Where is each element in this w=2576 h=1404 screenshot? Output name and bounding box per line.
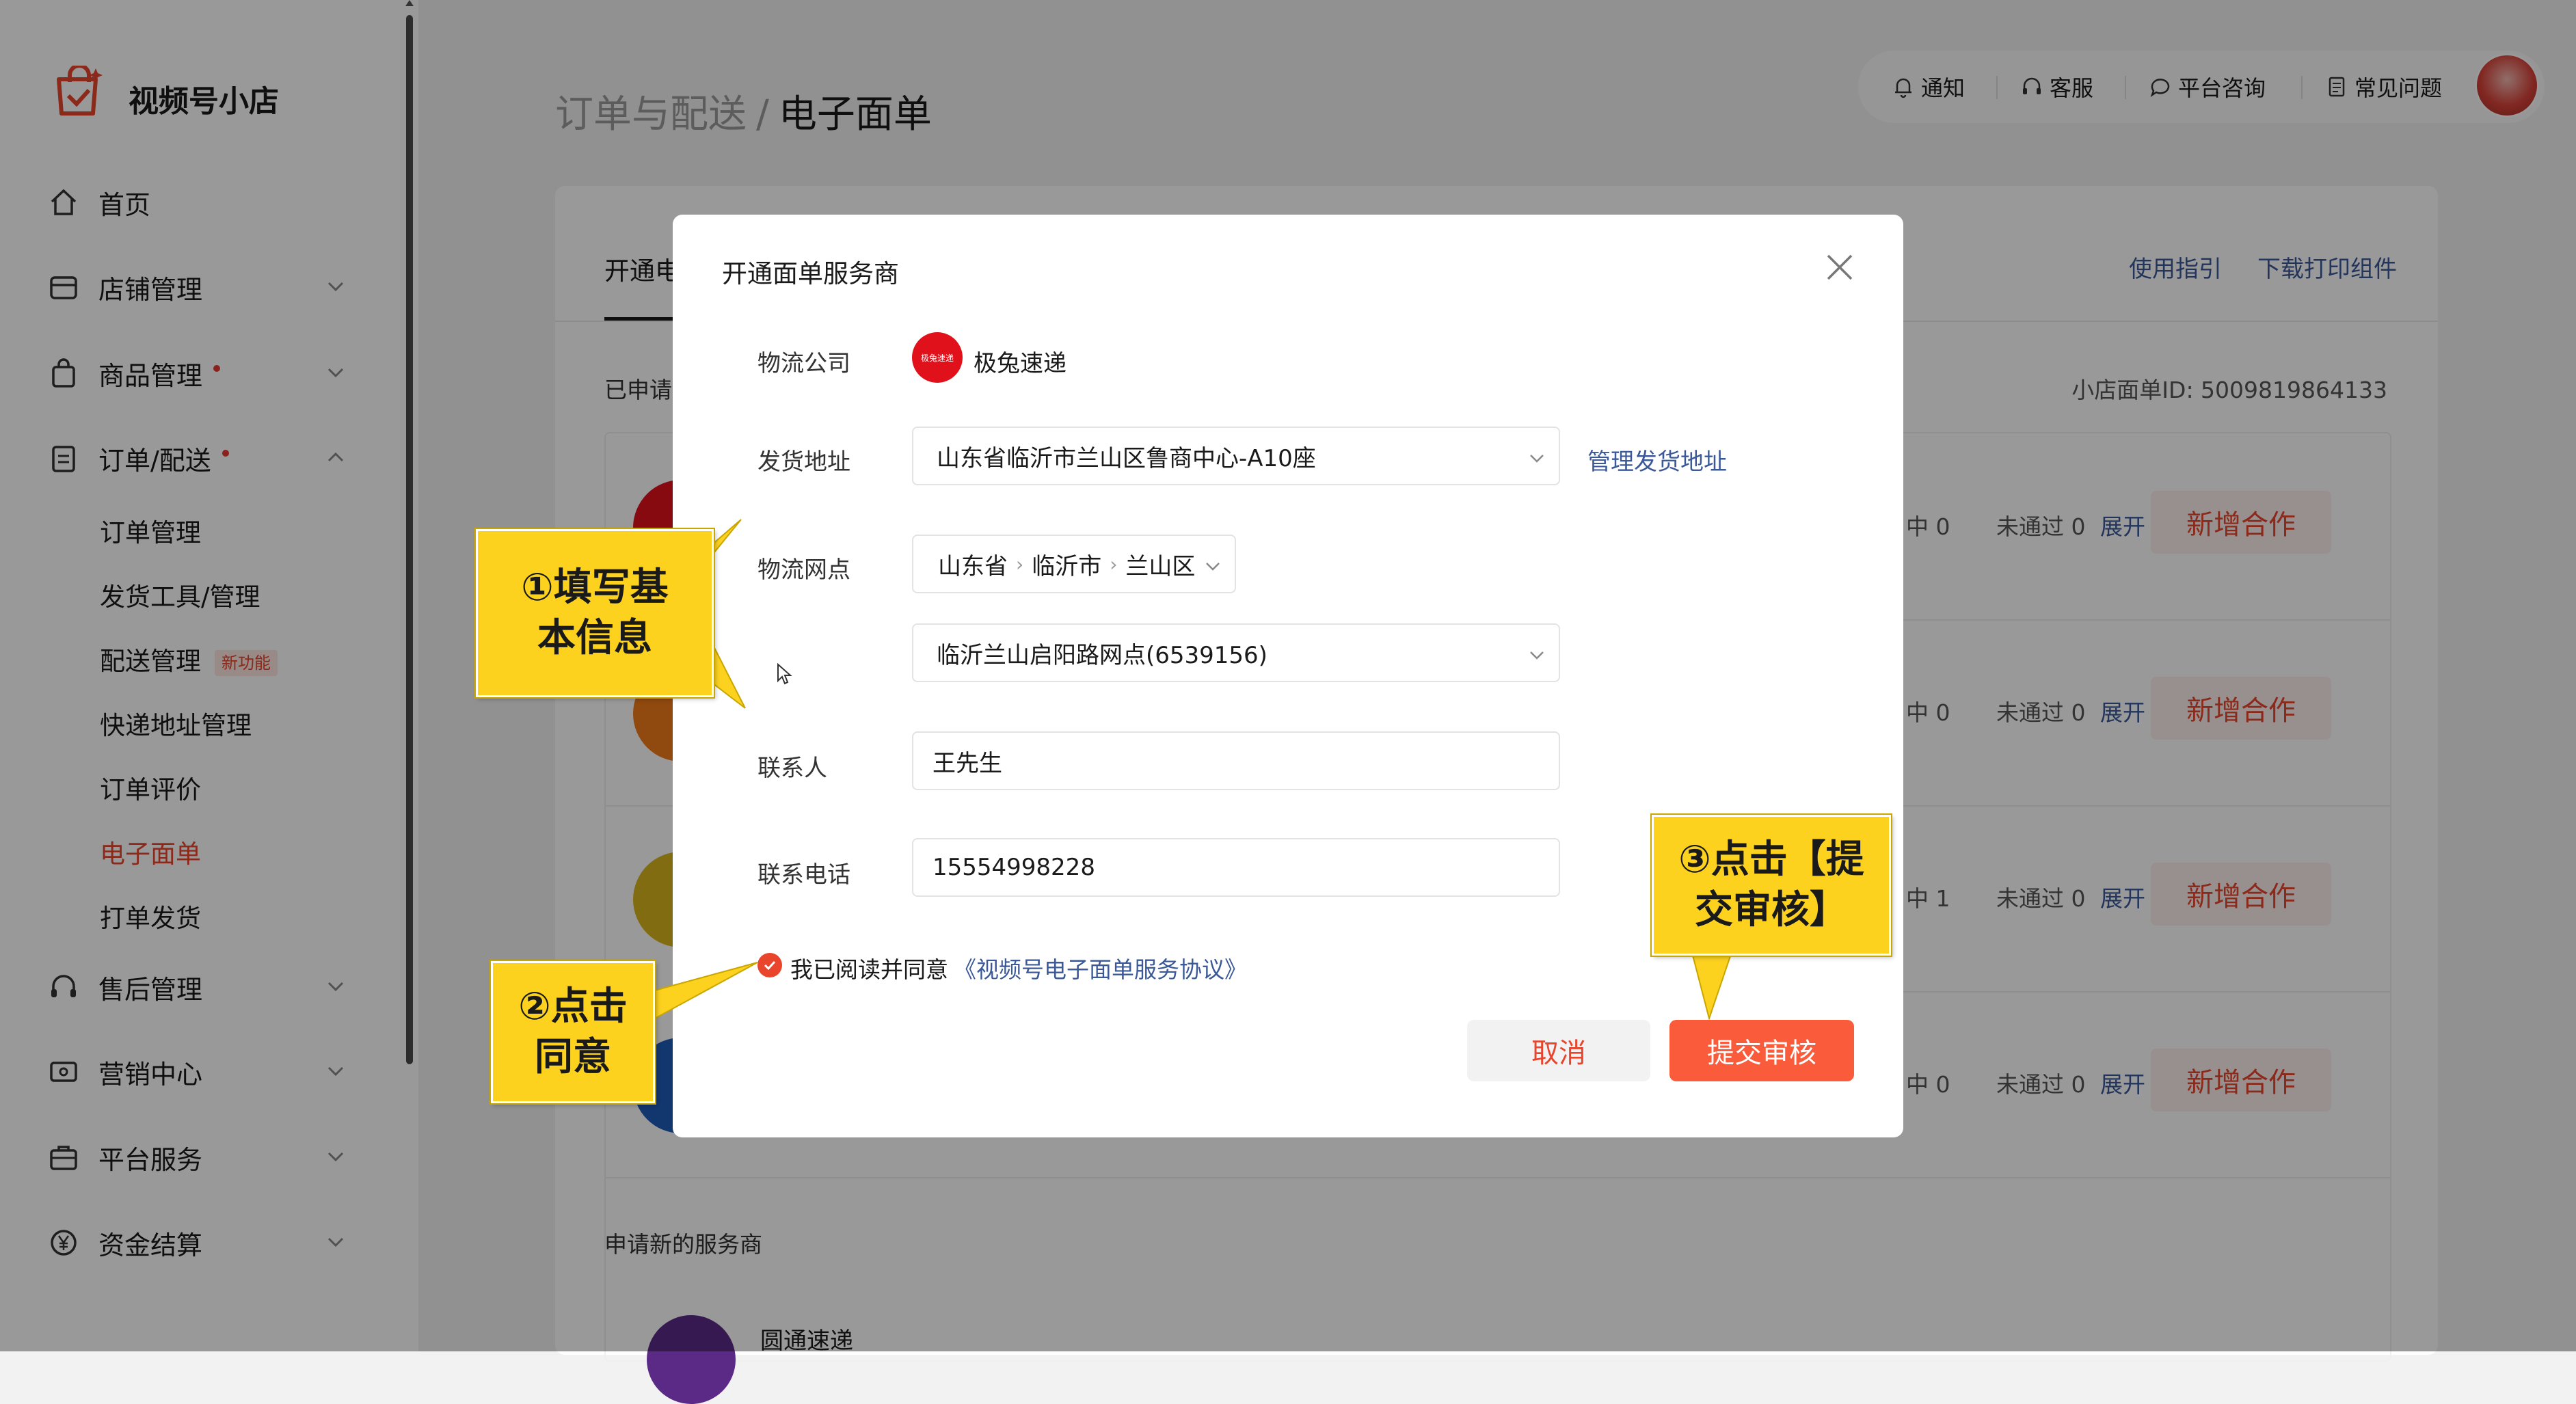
step2-line1: ②点击 [518, 984, 628, 1029]
step3-line2: 交审核】 [1694, 888, 1848, 932]
callout-pointers [652, 519, 1734, 1021]
step2-callout: ②点击 同意 [489, 960, 656, 1105]
step1-line1: ①填写基 [521, 565, 669, 610]
step3-line1: ③点击【提 [1678, 837, 1864, 882]
step2-line2: 同意 [534, 1035, 611, 1079]
callout-2-pointer [652, 962, 758, 1021]
step3-callout: ③点击【提 交审核】 [1650, 813, 1892, 957]
step1-line2: 本信息 [537, 616, 652, 660]
step1-callout: ①填写基 本信息 [474, 528, 715, 699]
callout-3-pointer [1690, 949, 1734, 1021]
callout-1-pointer-top [710, 519, 742, 558]
